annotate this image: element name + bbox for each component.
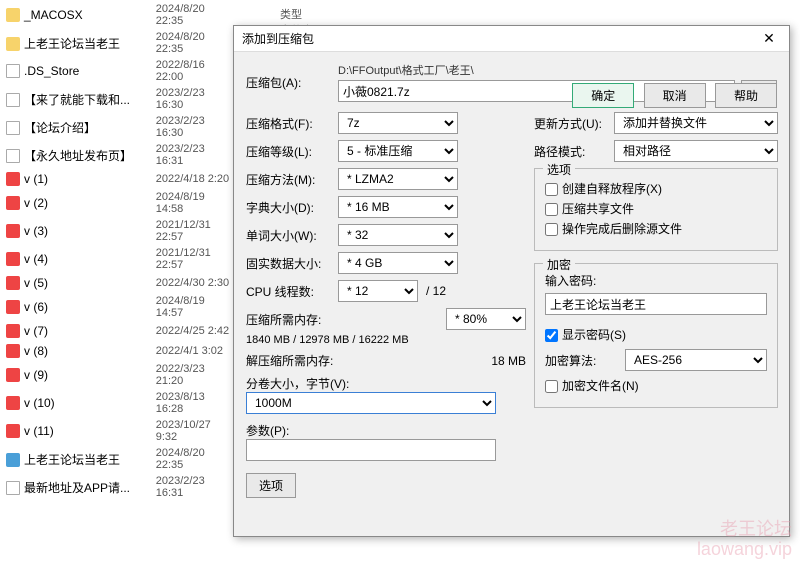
table-row[interactable]: v (4)2021/12/31 22:57 <box>2 246 238 272</box>
archive-label: 压缩包(A): <box>246 74 338 91</box>
cancel-button[interactable]: 取消 <box>644 83 706 108</box>
show-password-checkbox[interactable] <box>545 329 558 342</box>
table-row[interactable]: v (3)2021/12/31 22:57 <box>2 218 238 244</box>
table-row[interactable]: v (6)2024/8/19 14:57 <box>2 294 238 320</box>
file-list: _MACOSX2024/8/20 22:35上老王论坛当老王2024/8/20 … <box>0 0 240 502</box>
encrypt-legend: 加密 <box>543 256 575 273</box>
url-icon <box>6 172 20 186</box>
delete-checkbox[interactable] <box>545 223 558 236</box>
word-select[interactable]: * 32 <box>338 224 458 246</box>
url-icon <box>6 300 20 314</box>
path-select[interactable]: 相对路径 <box>614 140 778 162</box>
level-select[interactable]: 5 - 标准压缩 <box>338 140 458 162</box>
file-icon <box>6 121 20 135</box>
table-row[interactable]: 【永久地址发布页】2023/2/23 16:31 <box>2 142 238 168</box>
path-label: 路径模式: <box>534 143 614 160</box>
table-row[interactable]: _MACOSX2024/8/20 22:35 <box>2 2 238 28</box>
show-password-label: 显示密码(S) <box>562 328 626 342</box>
solid-select[interactable]: * 4 GB <box>338 252 458 274</box>
folder-icon <box>6 8 20 22</box>
sfx-checkbox[interactable] <box>545 183 558 196</box>
enc-names-checkbox[interactable] <box>545 380 558 393</box>
format-select[interactable]: 7z <box>338 112 458 134</box>
url-icon <box>6 368 20 382</box>
share-label: 压缩共享文件 <box>562 202 634 216</box>
threads-label: CPU 线程数: <box>246 283 338 300</box>
url-icon <box>6 224 20 238</box>
table-row[interactable]: v (10)2023/8/13 16:28 <box>2 390 238 416</box>
bg-header-type: 类型 <box>280 9 302 21</box>
options-button[interactable]: 选项 <box>246 473 296 498</box>
file-icon <box>6 64 20 78</box>
solid-label: 固实数据大小: <box>246 255 338 272</box>
url-icon <box>6 396 20 410</box>
mem-compress-value: 1840 MB / 12978 MB / 16222 MB <box>246 334 526 346</box>
table-row[interactable]: v (9)2022/3/23 21:20 <box>2 362 238 388</box>
threads-max: / 12 <box>426 284 446 298</box>
password-input[interactable] <box>545 293 767 315</box>
share-checkbox[interactable] <box>545 203 558 216</box>
update-label: 更新方式(U): <box>534 115 614 132</box>
mem-decompress-label: 解压缩所需内存: <box>246 352 386 369</box>
method-label: 压缩方法(M): <box>246 171 338 188</box>
table-row[interactable]: 【论坛介绍】2023/2/23 16:30 <box>2 114 238 140</box>
table-row[interactable]: 上老王论坛当老王2024/8/20 22:35 <box>2 446 238 472</box>
table-row[interactable]: v (7)2022/4/25 2:42 <box>2 322 238 340</box>
params-label: 参数(P): <box>246 422 526 439</box>
mem-decompress-value: 18 MB <box>491 354 526 368</box>
encrypt-group: 加密 输入密码: 显示密码(S) 加密算法:AES-256 加密文件名(N) <box>534 263 778 408</box>
threads-select[interactable]: * 12 <box>338 280 418 302</box>
help-button[interactable]: 帮助 <box>715 83 777 108</box>
enc-method-label: 加密算法: <box>545 352 625 369</box>
dict-select[interactable]: * 16 MB <box>338 196 458 218</box>
table-row[interactable]: 上老王论坛当老王2024/8/20 22:35 <box>2 30 238 56</box>
params-input[interactable] <box>246 439 496 461</box>
update-select[interactable]: 添加并替换文件 <box>614 112 778 134</box>
enc-method-select[interactable]: AES-256 <box>625 349 767 371</box>
pwd-label: 输入密码: <box>545 272 767 289</box>
close-icon[interactable]: ✕ <box>757 30 781 47</box>
table-row[interactable]: v (11)2023/10/27 9:32 <box>2 418 238 444</box>
dialog-title: 添加到压缩包 <box>242 30 757 47</box>
url-icon <box>6 424 20 438</box>
level-label: 压缩等级(L): <box>246 143 338 160</box>
method-select[interactable]: * LZMA2 <box>338 168 458 190</box>
sfx-label: 创建自释放程序(X) <box>562 182 662 196</box>
mem-compress-label: 压缩所需内存: <box>246 311 338 328</box>
ok-button[interactable]: 确定 <box>572 83 634 108</box>
options-legend: 选项 <box>543 161 575 178</box>
archive-path-prefix: D:\FFOutput\格式工厂\老王\ <box>338 62 777 78</box>
folder-icon <box>6 37 20 51</box>
url-icon <box>6 252 20 266</box>
mem-pct-select[interactable]: * 80% <box>446 308 526 330</box>
url-icon <box>6 196 20 210</box>
delete-label: 操作完成后删除源文件 <box>562 222 682 236</box>
table-row[interactable]: 最新地址及APP请...2023/2/23 16:31 <box>2 474 238 500</box>
table-row[interactable]: 【来了就能下载和...2023/2/23 16:30 <box>2 86 238 112</box>
format-label: 压缩格式(F): <box>246 115 338 132</box>
file-icon <box>6 93 20 107</box>
titlebar: 添加到压缩包 ✕ <box>234 26 789 52</box>
img-icon <box>6 453 20 467</box>
file-icon <box>6 481 20 495</box>
file-icon <box>6 149 20 163</box>
url-icon <box>6 344 20 358</box>
table-row[interactable]: .DS_Store2022/8/16 22:00 <box>2 58 238 84</box>
add-to-archive-dialog: 添加到压缩包 ✕ 压缩包(A): D:\FFOutput\格式工厂\老王\ ..… <box>233 25 790 537</box>
dict-label: 字典大小(D): <box>246 199 338 216</box>
split-label: 分卷大小，字节(V): <box>246 375 526 392</box>
table-row[interactable]: v (8)2022/4/1 3:02 <box>2 342 238 360</box>
split-select[interactable]: 1000M <box>246 392 496 414</box>
options-group: 选项 创建自释放程序(X) 压缩共享文件 操作完成后删除源文件 <box>534 168 778 251</box>
enc-names-label: 加密文件名(N) <box>562 379 639 393</box>
table-row[interactable]: v (5)2022/4/30 2:30 <box>2 274 238 292</box>
table-row[interactable]: v (1)2022/4/18 2:20 <box>2 170 238 188</box>
url-icon <box>6 324 20 338</box>
word-label: 单词大小(W): <box>246 227 338 244</box>
url-icon <box>6 276 20 290</box>
table-row[interactable]: v (2)2024/8/19 14:58 <box>2 190 238 216</box>
